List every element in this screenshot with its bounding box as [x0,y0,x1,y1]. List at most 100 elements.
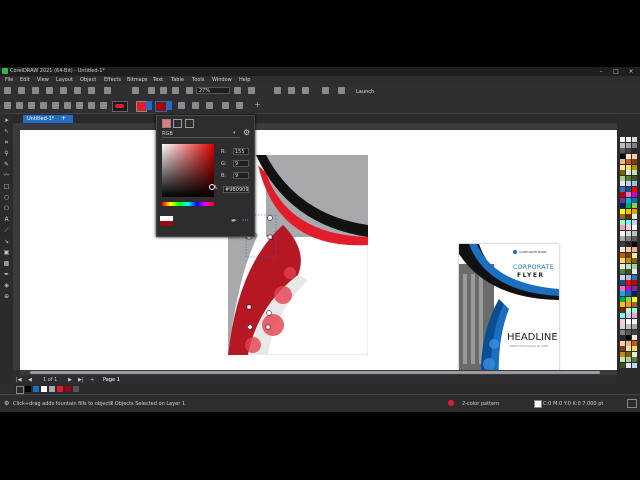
palette-swatch[interactable] [626,208,631,214]
transform-with-object-icon[interactable] [192,102,199,109]
palette-swatch[interactable] [626,142,631,148]
palette-swatch[interactable] [626,340,631,346]
paste-icon[interactable] [88,87,95,94]
palette-swatch[interactable] [632,313,637,318]
menu-effects[interactable]: Effects [104,77,121,83]
b-value-field[interactable]: 9 [233,172,249,179]
copy-fill-icon[interactable] [222,102,229,109]
palette-swatch[interactable] [632,192,637,197]
palette-swatch[interactable] [620,302,625,307]
g-value-field[interactable]: 9 [233,160,249,167]
palette-swatch[interactable] [620,340,625,346]
palette-swatch[interactable] [632,351,637,357]
palette-swatch[interactable] [620,137,625,142]
palette-swatch[interactable] [626,159,631,164]
print-icon[interactable] [46,87,53,94]
palette-swatch[interactable] [626,241,631,247]
palette-swatch[interactable] [632,346,637,351]
bitmap-pattern-fill-icon[interactable] [64,102,71,109]
palette-swatch[interactable] [626,214,631,219]
vector-pattern-fill-icon[interactable] [52,102,59,109]
palette-swatch[interactable] [626,252,631,258]
palette-swatch[interactable] [626,329,631,335]
launch-label[interactable]: Launch [356,89,374,95]
menu-table[interactable]: Table [171,77,184,83]
doc-swatch-black[interactable] [25,386,31,392]
palette-swatch[interactable] [626,247,631,252]
doc-swatch-gray[interactable] [49,386,55,392]
palette-swatch[interactable] [626,219,631,225]
parallel-dimension-icon[interactable]: ⟋ [3,227,10,234]
zoom-tool-icon[interactable]: ⚲ [3,150,10,157]
palette-swatch[interactable] [620,219,625,225]
menu-view[interactable]: View [37,77,49,83]
freehand-tool-icon[interactable]: ✎ [3,161,10,168]
two-color-pattern-fill-icon[interactable] [76,102,83,109]
palette-swatch[interactable] [632,274,637,280]
back-color-dropdown[interactable] [166,101,172,110]
menu-text[interactable]: Text [153,77,163,83]
chevron-down-icon[interactable]: ▾ [233,130,236,136]
menu-window[interactable]: Window [212,77,232,83]
palette-swatch[interactable] [626,324,631,329]
palette-swatch[interactable] [620,225,625,230]
status-expand-icon[interactable] [627,399,637,408]
export-icon[interactable] [172,87,179,94]
palette-swatch[interactable] [620,291,625,296]
palette-swatch[interactable] [632,137,637,142]
palette-swatch[interactable] [620,258,625,263]
palette-swatch[interactable] [620,307,625,313]
hue-slider[interactable] [162,202,214,206]
edit-fill-icon[interactable] [206,102,213,109]
hex-value-field[interactable]: #9B0909 [223,186,249,193]
palette-swatch[interactable] [620,181,625,186]
palette-swatch[interactable] [620,313,625,318]
palette-swatch[interactable] [620,241,625,247]
menu-tools[interactable]: Tools [192,77,204,83]
menu-layout[interactable]: Layout [56,77,73,83]
add-plus-icon[interactable]: + [254,100,261,109]
palette-swatch[interactable] [626,313,631,318]
palette-swatch[interactable] [620,159,625,164]
crop-tool-icon[interactable]: ⌗ [3,139,10,146]
palette-swatch[interactable] [632,252,637,258]
publish-pdf-icon[interactable] [186,87,193,94]
doc-swatch-dark-red[interactable] [65,386,71,392]
palette-no-color-icon[interactable] [16,386,24,394]
palette-swatch[interactable] [626,203,631,208]
first-page-icon[interactable]: |◀ [16,377,22,383]
palette-swatch[interactable] [632,291,637,296]
palette-swatch[interactable] [620,296,625,302]
palette-swatch[interactable] [632,247,637,252]
palette-swatch[interactable] [620,186,625,192]
palette-swatch[interactable] [620,351,625,357]
drop-shadow-icon[interactable]: ▣ [3,249,10,256]
palette-swatch[interactable] [620,335,625,340]
palette-swatch[interactable] [620,357,625,362]
palette-swatch[interactable] [620,346,625,351]
drawing-canvas[interactable]: CORPORATE BANK CORPORATE FLYER HEADLINE … [20,130,617,383]
palette-swatch[interactable] [632,258,637,263]
menu-file[interactable]: File [5,77,13,83]
status-gear-icon[interactable]: ⚙ [4,400,9,407]
postscript-fill-icon[interactable] [100,102,107,109]
palette-swatch[interactable] [626,181,631,186]
palette-swatch[interactable] [620,203,625,208]
menu-bitmaps[interactable]: Bitmaps [127,77,148,83]
connector-tool-icon[interactable]: ↘ [3,238,10,245]
palette-swatch[interactable] [632,236,637,241]
palette-swatch[interactable] [626,351,631,357]
palette-swatch[interactable] [626,307,631,313]
show-rulers-icon[interactable] [274,87,281,94]
saturation-value-field[interactable] [162,144,214,197]
open-icon[interactable] [18,87,25,94]
doc-swatch-dark-gray[interactable] [73,386,79,392]
interactive-fill-tool-icon[interactable]: ◈ [3,282,10,289]
application-launcher-icon[interactable] [302,87,309,94]
palette-swatch[interactable] [626,175,631,181]
palette-swatch[interactable] [620,318,625,324]
palette-swatch[interactable] [620,362,625,368]
color-sliders-icon[interactable] [173,119,182,128]
color-model-dropdown[interactable] [162,130,240,138]
palette-swatch[interactable] [632,142,637,148]
